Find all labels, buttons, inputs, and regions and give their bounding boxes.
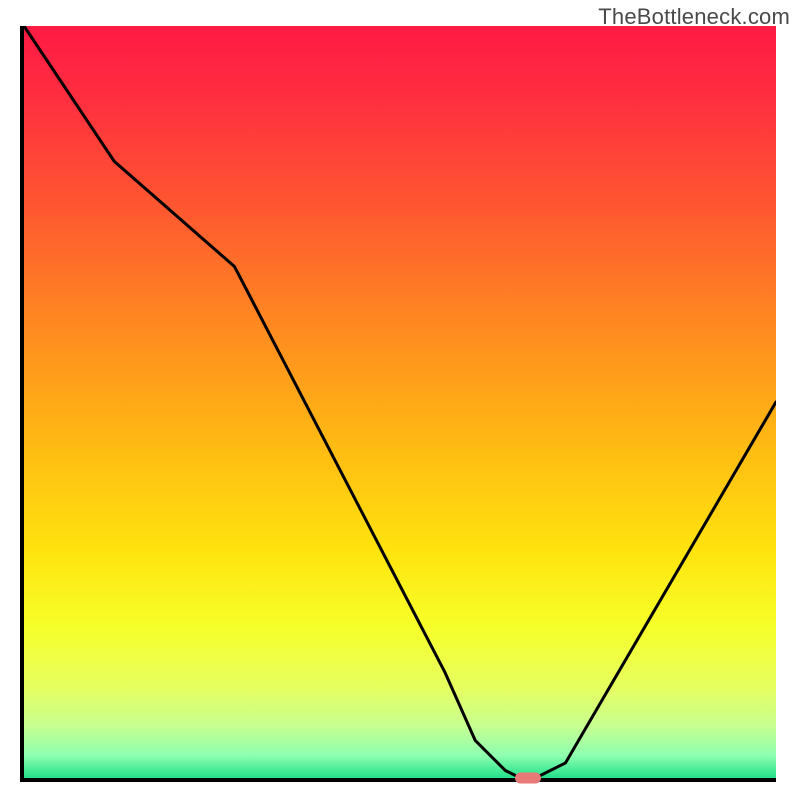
optimum-marker [515, 773, 541, 784]
plot-area [20, 26, 776, 782]
background-gradient [24, 26, 776, 778]
chart-container: TheBottleneck.com [0, 0, 800, 800]
